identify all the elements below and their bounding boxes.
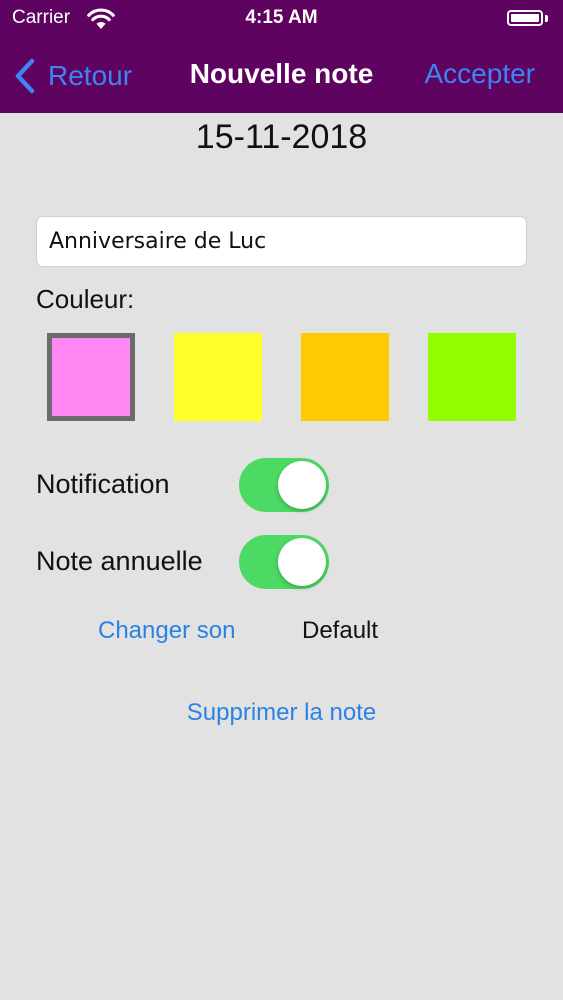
note-date: 15-11-2018 (195, 118, 368, 156)
toggle-knob (278, 538, 326, 586)
accept-button[interactable]: Accepter (425, 58, 536, 90)
change-sound-button[interactable]: Changer son (98, 617, 235, 645)
toggle-knob (278, 461, 326, 509)
battery-level (511, 14, 539, 22)
note-title-input[interactable] (36, 216, 527, 267)
notification-toggle[interactable] (239, 458, 329, 512)
annual-note-toggle[interactable] (239, 535, 329, 589)
color-label: Couleur: (36, 284, 135, 314)
color-swatch-green[interactable] (428, 333, 516, 421)
delete-note-button[interactable]: Supprimer la note (0, 699, 563, 727)
annual-note-label: Note annuelle (36, 546, 203, 576)
navigation-bar: Retour Nouvelle note Accepter (0, 38, 563, 113)
color-swatch-orange[interactable] (301, 333, 389, 421)
clock: 4:15 AM (245, 7, 318, 28)
back-button-label: Retour (48, 60, 133, 91)
battery-tip (545, 15, 548, 22)
color-swatch-yellow[interactable] (174, 333, 262, 421)
status-bar: Carrier 4:15 AM (0, 0, 563, 38)
sound-value: Default (302, 617, 379, 644)
notification-label: Notification (36, 469, 170, 499)
top-bar: Carrier 4:15 AM Retour Nouvelle note Acc… (0, 0, 563, 113)
chevron-left-icon (15, 58, 35, 94)
battery-icon (507, 10, 543, 26)
back-button[interactable]: Retour (12, 56, 132, 96)
color-swatch-pink[interactable] (47, 333, 135, 421)
